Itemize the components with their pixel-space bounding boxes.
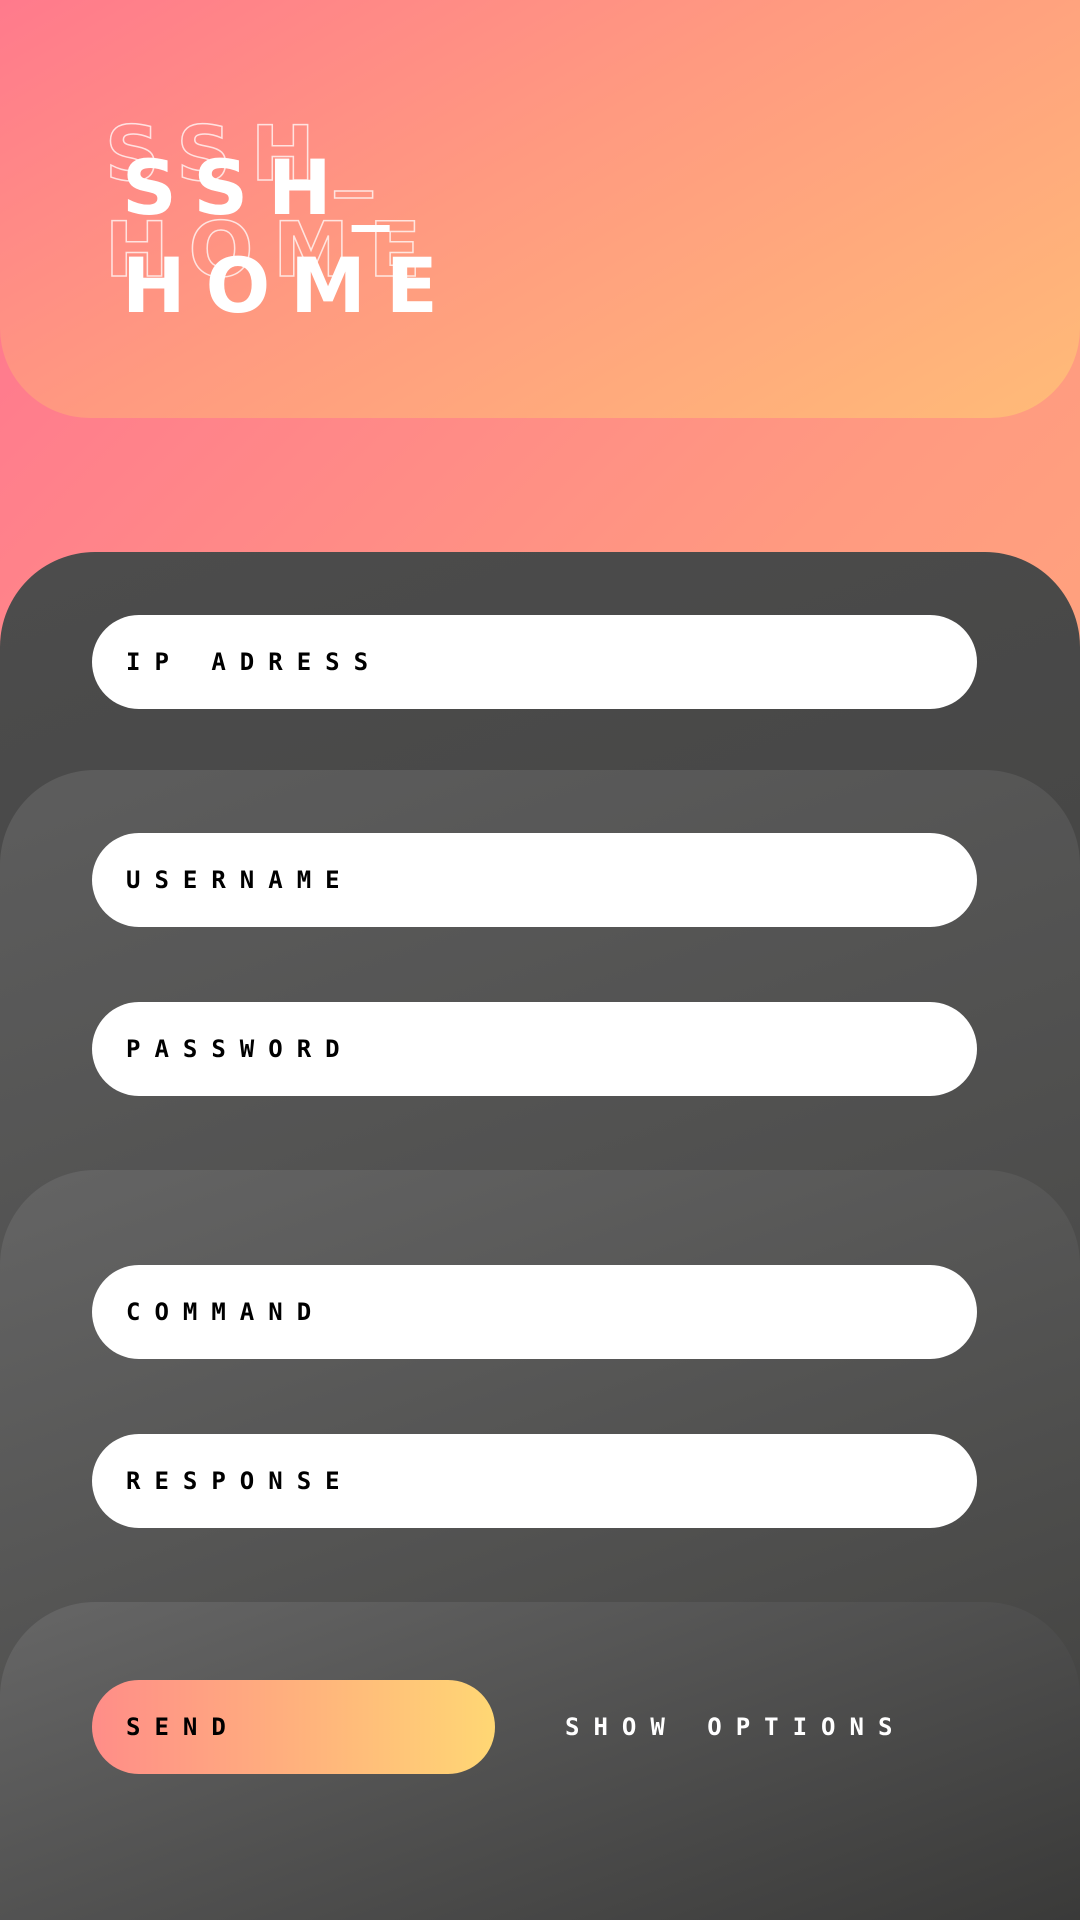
send-button[interactable]: SEND [92,1680,495,1774]
app-title-line-1: SSH_ [122,143,410,232]
command-placeholder: COMMAND [126,1298,326,1326]
show-options-button[interactable]: SHOW OPTIONS [565,1680,906,1774]
ip-address-input[interactable]: IP ADRESS [92,615,977,709]
response-placeholder: RESPONSE [126,1467,354,1495]
app-header: SSH_ HOME SSH_ HOME [0,0,1080,418]
app-title-line-2: HOME [122,241,458,330]
username-input[interactable]: USERNAME [92,833,977,927]
command-input[interactable]: COMMAND [92,1265,977,1359]
send-button-label: SEND [126,1713,240,1741]
ip-address-placeholder: IP ADRESS [126,648,383,676]
show-options-label: SHOW OPTIONS [565,1713,907,1741]
password-placeholder: PASSWORD [126,1035,354,1063]
app-logo: SSH_ HOME SSH_ HOME [104,108,525,338]
username-placeholder: USERNAME [126,866,354,894]
password-input[interactable]: PASSWORD [92,1002,977,1096]
response-field[interactable]: RESPONSE [92,1434,977,1528]
